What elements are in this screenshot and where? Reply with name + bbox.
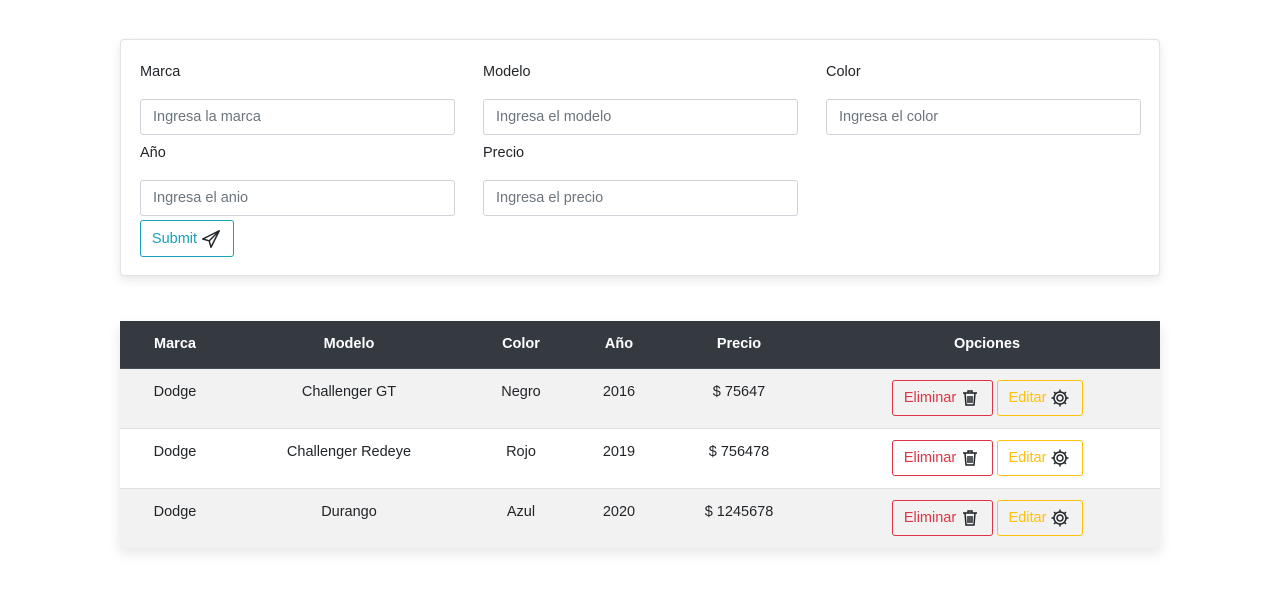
gear-icon	[1051, 509, 1069, 527]
anio-label: Año	[140, 145, 166, 161]
cell-anio: 2020	[574, 487, 664, 548]
precio-input[interactable]	[483, 180, 798, 216]
cell-anio: 2016	[602, 384, 636, 400]
submit-label: Submit	[151, 230, 198, 247]
edit-button[interactable]: Editar	[996, 500, 1083, 537]
cell-modelo: Challenger Redeye	[230, 427, 468, 488]
color-label: Color	[826, 64, 861, 80]
edit-button[interactable]: Editar	[996, 440, 1083, 476]
trash-icon	[963, 510, 978, 526]
cell-opciones: Eliminar Editar	[814, 368, 1160, 428]
table-header-row: Marca Modelo Color Año Precio Opciones	[120, 321, 1160, 369]
table-row: Dodge Durango Azul 2020 $ 1245678 Elimin…	[120, 487, 1160, 548]
marca-field: Marca	[140, 62, 455, 135]
header-color: Color	[468, 321, 574, 369]
delete-label: Eliminar	[903, 390, 957, 406]
color-field: Color	[826, 62, 1141, 135]
modelo-field: Modelo	[483, 62, 798, 135]
marca-input[interactable]	[140, 99, 455, 135]
header-anio: Año	[574, 321, 664, 369]
car-form-card: Marca Modelo Color Año Precio Submit	[120, 39, 1160, 276]
table-row: Dodge Challenger Redeye Rojo 2019 $ 7564…	[120, 427, 1160, 488]
cell-precio: $ 756478	[664, 427, 814, 488]
trash-icon	[963, 390, 978, 406]
edit-label: Editar	[1008, 390, 1047, 406]
precio-field: Precio	[483, 143, 798, 216]
cars-table-container: Marca Modelo Color Año Precio Opciones D…	[120, 321, 1160, 548]
table-row: Dodge Challenger GT Negro 2016 $ 75647 E…	[120, 368, 1160, 428]
cell-color: Rojo	[468, 427, 574, 488]
modelo-label: Modelo	[483, 64, 531, 80]
delete-button[interactable]: Eliminar	[891, 500, 993, 537]
delete-label: Eliminar	[903, 450, 957, 466]
cell-marca: Dodge	[120, 487, 230, 548]
submit-button[interactable]: Submit	[140, 220, 234, 257]
trash-icon	[963, 450, 978, 466]
cell-modelo: Durango	[230, 487, 468, 548]
cars-table: Marca Modelo Color Año Precio Opciones D…	[120, 321, 1160, 548]
cell-anio: 2019	[574, 427, 664, 488]
marca-label: Marca	[140, 64, 181, 80]
anio-input[interactable]	[140, 180, 455, 216]
cell-opciones: Eliminar Editar	[814, 427, 1160, 488]
cell-modelo: Challenger GT	[301, 384, 397, 400]
precio-label: Precio	[483, 145, 525, 161]
anio-field: Año	[140, 143, 455, 216]
color-input[interactable]	[826, 99, 1141, 135]
cell-precio: $ 1245678	[664, 487, 814, 548]
delete-label: Eliminar	[903, 510, 957, 527]
cell-marca: Dodge	[120, 427, 230, 488]
delete-button[interactable]: Eliminar	[891, 380, 993, 416]
edit-label: Editar	[1008, 450, 1047, 466]
cell-marca: Dodge	[153, 384, 197, 400]
cell-precio: $ 75647	[712, 384, 766, 400]
paper-plane-icon	[202, 229, 221, 248]
gear-icon	[1051, 449, 1069, 467]
cell-opciones: Eliminar Editar	[814, 487, 1160, 548]
gear-icon	[1051, 389, 1069, 407]
cell-color: Negro	[501, 384, 541, 400]
modelo-input[interactable]	[483, 99, 798, 135]
edit-button[interactable]: Editar	[996, 380, 1083, 416]
header-modelo: Modelo	[230, 321, 468, 369]
header-marca: Marca	[120, 321, 230, 369]
header-precio: Precio	[664, 321, 814, 369]
delete-button[interactable]: Eliminar	[891, 440, 993, 476]
cell-color: Azul	[468, 487, 574, 548]
header-opciones: Opciones	[814, 321, 1160, 369]
edit-label: Editar	[1008, 510, 1047, 527]
